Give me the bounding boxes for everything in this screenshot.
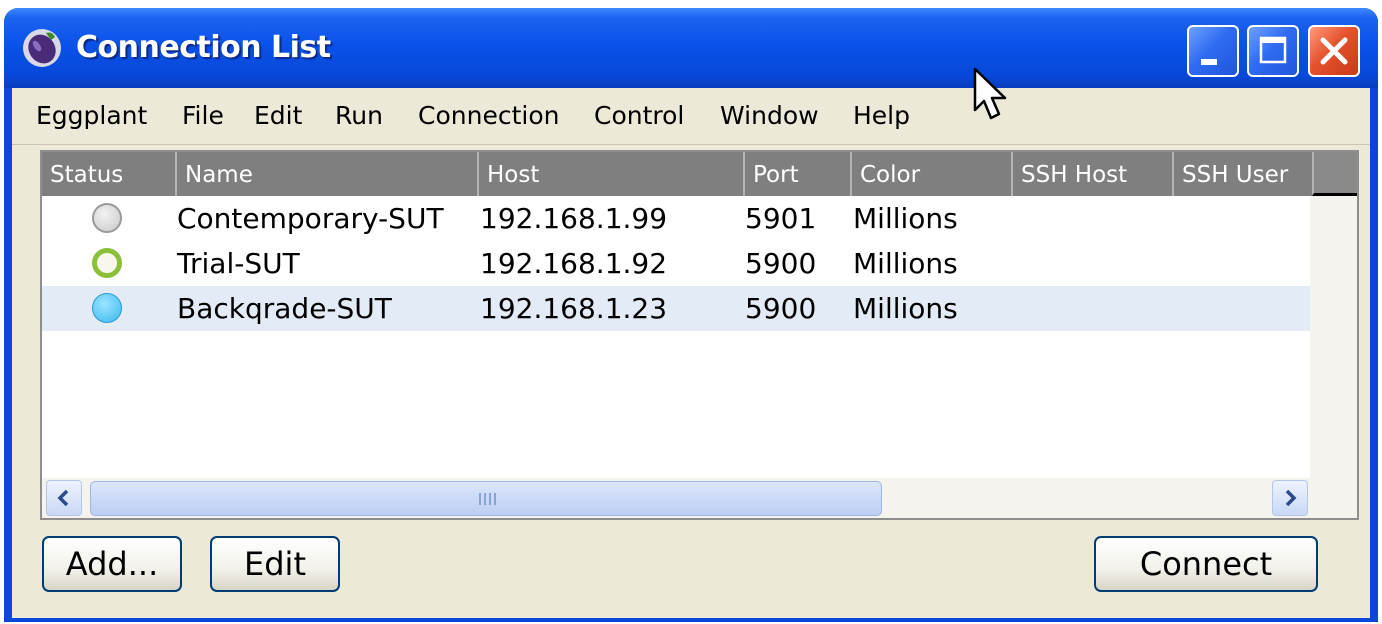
- menu-connection[interactable]: Connection: [418, 96, 559, 136]
- cell-color: Millions: [853, 202, 958, 235]
- cell-name: Contemporary-SUT: [177, 202, 444, 235]
- column-header-host[interactable]: Host: [477, 152, 743, 196]
- scroll-left-button[interactable]: [46, 480, 82, 516]
- status-indicator-icon: [92, 293, 122, 323]
- maximize-button[interactable]: [1247, 25, 1299, 77]
- menu-window[interactable]: Window: [720, 96, 819, 136]
- table-row[interactable]: Contemporary-SUT 192.168.1.99 5901 Milli…: [42, 196, 1310, 241]
- cell-host: 192.168.1.99: [480, 202, 668, 235]
- menu-edit[interactable]: Edit: [254, 96, 302, 136]
- column-header-ssh-user[interactable]: SSH User: [1172, 152, 1312, 196]
- mouse-pointer-icon: [973, 67, 1007, 120]
- cell-port: 5900: [745, 247, 817, 280]
- column-header-name[interactable]: Name: [175, 152, 477, 196]
- title-bar[interactable]: Connection List: [4, 8, 1378, 88]
- connect-button[interactable]: Connect: [1094, 536, 1318, 592]
- connection-list-window: Connection List Eggplant File Edit Run C…: [4, 8, 1378, 622]
- window-title: Connection List: [76, 30, 331, 65]
- window-client-area: Eggplant File Edit Run Connection Contro…: [12, 88, 1370, 618]
- maximize-icon: [1259, 36, 1287, 64]
- status-indicator-icon: [92, 203, 122, 233]
- table-row-selected[interactable]: Backqrade-SUT 192.168.1.23 5900 Millions: [42, 286, 1310, 331]
- minimize-button[interactable]: [1187, 25, 1239, 77]
- column-header-status[interactable]: Status: [42, 152, 175, 196]
- status-indicator-icon: [92, 248, 122, 278]
- horizontal-scrollbar[interactable]: [42, 478, 1357, 518]
- menu-control[interactable]: Control: [594, 96, 684, 136]
- table-row[interactable]: Trial-SUT 192.168.1.92 5900 Millions: [42, 241, 1310, 286]
- cell-host: 192.168.1.92: [480, 247, 668, 280]
- menu-bar: Eggplant File Edit Run Connection Contro…: [12, 88, 1370, 145]
- column-header-ssh-host[interactable]: SSH Host: [1011, 152, 1172, 196]
- close-icon: [1320, 37, 1348, 65]
- scroll-thumb[interactable]: [90, 481, 882, 516]
- menu-help[interactable]: Help: [853, 96, 910, 136]
- eggplant-icon: [23, 29, 61, 67]
- close-button[interactable]: [1308, 25, 1360, 77]
- edit-button[interactable]: Edit: [210, 536, 340, 592]
- minimize-icon: [1201, 59, 1217, 65]
- cell-color: Millions: [853, 247, 958, 280]
- cell-host: 192.168.1.23: [480, 292, 668, 325]
- header-corner: [1312, 152, 1357, 196]
- chevron-right-icon: [1285, 489, 1297, 507]
- vertical-scroll-area: [1310, 196, 1357, 478]
- menu-run[interactable]: Run: [335, 96, 383, 136]
- grip-icon: [479, 493, 496, 505]
- cell-port: 5900: [745, 292, 817, 325]
- cell-color: Millions: [853, 292, 958, 325]
- menu-file[interactable]: File: [182, 96, 224, 136]
- chevron-left-icon: [57, 489, 69, 507]
- cell-name: Trial-SUT: [177, 247, 300, 280]
- cell-name: Backqrade-SUT: [177, 292, 392, 325]
- add-button[interactable]: Add...: [42, 536, 182, 592]
- column-header-port[interactable]: Port: [743, 152, 850, 196]
- connection-table[interactable]: Status Name Host Port Color SSH Host SSH…: [40, 150, 1359, 520]
- scroll-right-button[interactable]: [1272, 480, 1308, 516]
- table-header: Status Name Host Port Color SSH Host SSH…: [42, 152, 1357, 196]
- menu-eggplant[interactable]: Eggplant: [36, 96, 147, 136]
- column-header-color[interactable]: Color: [850, 152, 1011, 196]
- cell-port: 5901: [745, 202, 817, 235]
